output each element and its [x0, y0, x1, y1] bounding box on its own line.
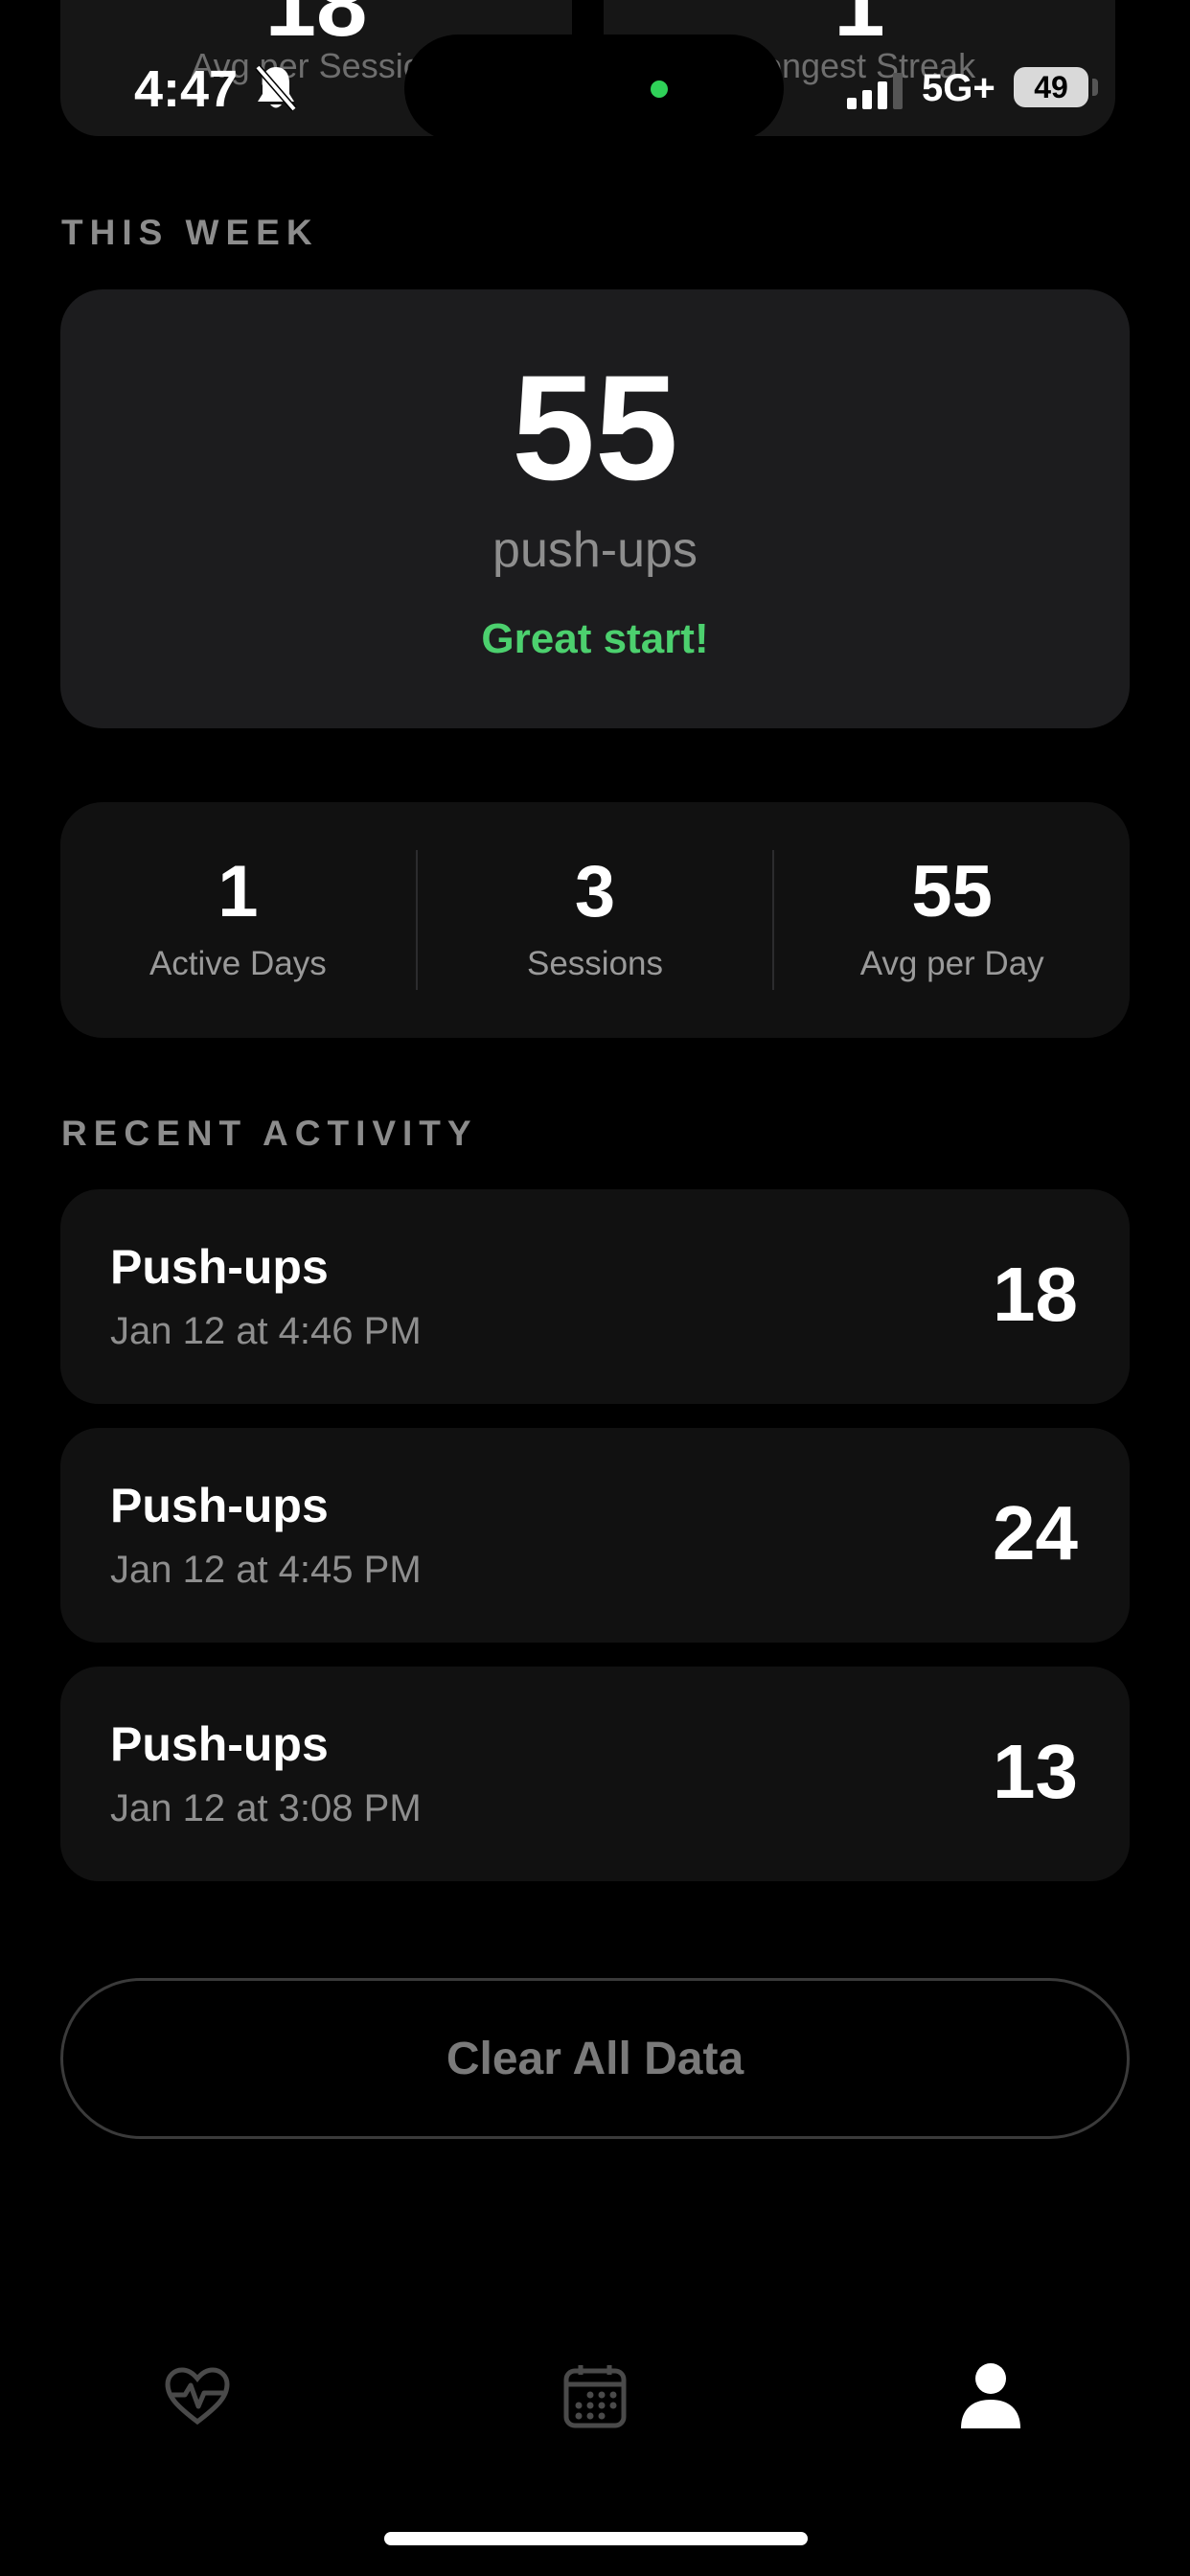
camera-indicator-dot: [651, 80, 668, 98]
active-days-label: Active Days: [149, 945, 327, 982]
avg-per-day-stat: 55 Avg per Day: [774, 802, 1130, 1038]
avg-per-day-value: 55: [911, 851, 993, 932]
activity-time: Jan 12 at 4:46 PM: [110, 1310, 422, 1352]
sessions-value: 3: [574, 851, 616, 932]
activity-item[interactable]: Push-ups Jan 12 at 3:08 PM 13: [60, 1667, 1130, 1881]
this-week-heading: THIS WEEK: [61, 213, 319, 252]
tab-profile[interactable]: [933, 2338, 1048, 2453]
heart-pulse-icon: [165, 2367, 230, 2426]
weekly-total-card: 55 push-ups Great start!: [60, 289, 1130, 728]
active-days-value: 1: [217, 851, 259, 932]
activity-title: Push-ups: [110, 1479, 329, 1532]
sessions-stat: 3 Sessions: [418, 802, 773, 1038]
activity-time: Jan 12 at 4:45 PM: [110, 1549, 422, 1591]
profile-screen: 18 Avg per Session 1 Longest Streak 4:47…: [0, 0, 1190, 2576]
cellular-signal-icon: [847, 73, 903, 109]
home-indicator[interactable]: [384, 2532, 808, 2545]
activity-title: Push-ups: [110, 1240, 329, 1294]
activity-item[interactable]: Push-ups Jan 12 at 4:45 PM 24: [60, 1428, 1130, 1643]
weekly-total-unit: push-ups: [492, 522, 698, 578]
active-days-stat: 1 Active Days: [60, 802, 416, 1038]
network-type: 5G+: [922, 67, 995, 109]
dynamic-island: [404, 34, 784, 142]
activity-title: Push-ups: [110, 1717, 329, 1771]
weekly-encouragement: Great start!: [481, 615, 709, 662]
weekly-total-value: 55: [512, 345, 678, 512]
recent-activity-heading: RECENT ACTIVITY: [61, 1114, 478, 1153]
battery-level: 49: [1014, 67, 1088, 107]
tab-activity[interactable]: [140, 2338, 255, 2453]
bell-slash-icon: [255, 64, 297, 112]
clear-all-data-button[interactable]: Clear All Data: [60, 1978, 1130, 2139]
avg-per-day-label: Avg per Day: [859, 945, 1044, 982]
activity-item[interactable]: Push-ups Jan 12 at 4:46 PM 18: [60, 1189, 1130, 1404]
activity-count: 18: [993, 1252, 1078, 1337]
status-time: 4:47: [134, 60, 239, 118]
tab-calendar[interactable]: [538, 2338, 652, 2453]
battery-tip: [1092, 79, 1098, 96]
activity-time: Jan 12 at 3:08 PM: [110, 1787, 422, 1829]
person-icon: [961, 2363, 1020, 2428]
activity-count: 24: [993, 1490, 1078, 1576]
tab-bar: [0, 2338, 1190, 2472]
weekly-summary-card: 1 Active Days 3 Sessions 55 Avg per Day: [60, 802, 1130, 1038]
activity-count: 13: [993, 1729, 1078, 1814]
calendar-icon: [563, 2365, 627, 2428]
sessions-label: Sessions: [526, 945, 664, 982]
